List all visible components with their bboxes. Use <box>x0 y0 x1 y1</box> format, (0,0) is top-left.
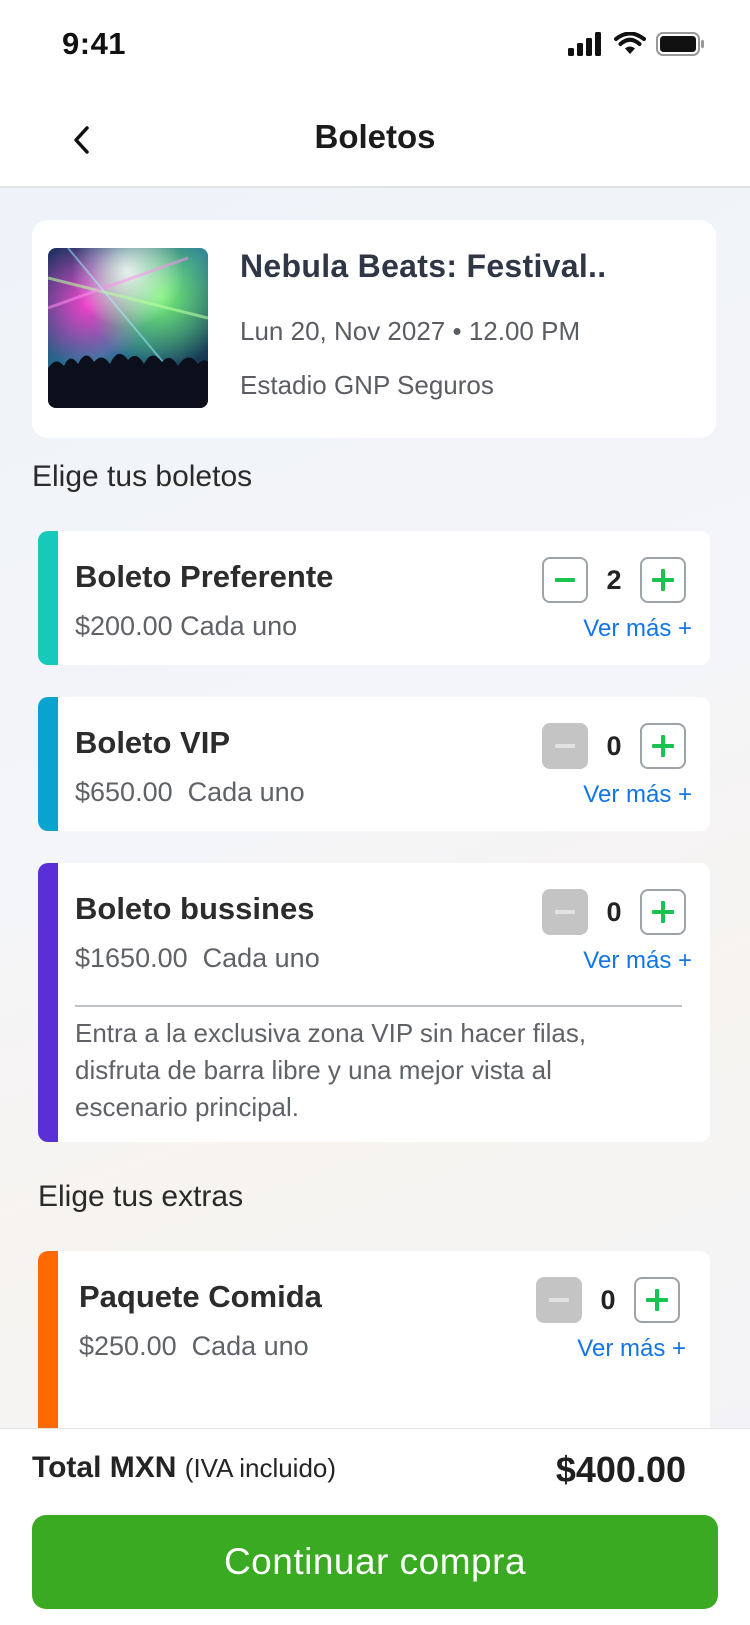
total-amount: $400.00 <box>555 1449 686 1490</box>
total-iva-note: (IVA incluido) <box>184 1453 337 1483</box>
tickets-section-title: Elige tus boletos <box>32 460 253 493</box>
total-label: Total MXN (IVA incluido) <box>32 1451 336 1485</box>
quantity-stepper: 2 <box>542 557 686 603</box>
ver-mas-link[interactable]: Ver más + <box>577 1335 686 1363</box>
minus-icon <box>549 1298 569 1302</box>
quantity-value: 0 <box>606 896 622 927</box>
extra-name: Paquete Comida <box>79 1279 322 1314</box>
event-venue: Estadio GNP Seguros <box>240 370 494 400</box>
ticket-accent-bar <box>38 531 58 665</box>
decrease-button[interactable] <box>542 889 588 935</box>
quantity-value: 2 <box>606 564 622 595</box>
page-title: Boletos <box>314 118 436 155</box>
extra-price: $250.00 Cada uno <box>79 1331 309 1361</box>
quantity-stepper: 0 <box>542 723 686 769</box>
divider <box>75 1005 682 1007</box>
event-date: Lun 20, Nov 2027 • 12.00 PM <box>240 316 581 346</box>
wifi-icon <box>614 32 646 54</box>
event-card: Nebula Beats: Festival.. Lun 20, Nov 202… <box>32 220 716 438</box>
quantity-value: 0 <box>606 730 622 761</box>
plus-icon <box>646 1289 668 1311</box>
minus-icon <box>555 744 575 748</box>
increase-button[interactable] <box>640 723 686 769</box>
ticket-price: $650.00 Cada uno <box>75 777 305 807</box>
ticket-name: Boleto VIP <box>75 725 231 760</box>
ticket-price: $1650.00 Cada uno <box>75 943 320 973</box>
ticket-accent-bar <box>38 863 58 1142</box>
quantity-stepper: 0 <box>542 889 686 935</box>
quantity-value: 0 <box>600 1284 616 1315</box>
minus-icon <box>555 910 575 914</box>
continue-purchase-button[interactable]: Continuar compra <box>32 1515 718 1609</box>
decrease-button[interactable] <box>542 557 588 603</box>
decrease-button[interactable] <box>542 723 588 769</box>
total-label-text: Total MXN <box>32 1451 177 1484</box>
event-image <box>48 248 208 408</box>
event-title: Nebula Beats: Festival.. <box>240 248 607 284</box>
ver-mas-link[interactable]: Ver más + <box>583 947 692 975</box>
ticket-card-vip: Boleto VIP $650.00 Cada uno 0 Ver más + <box>38 697 710 831</box>
ticket-name: Boleto Preferente <box>75 559 334 594</box>
plus-icon <box>652 901 674 923</box>
ver-mas-link[interactable]: Ver más + <box>583 781 692 809</box>
signal-icon <box>568 32 601 56</box>
ticket-accent-bar <box>38 697 58 831</box>
status-icons <box>568 32 706 56</box>
status-bar: 9:41 <box>0 0 750 92</box>
minus-icon <box>555 578 575 582</box>
increase-button[interactable] <box>640 889 686 935</box>
ticket-card-preferente: Boleto Preferente $200.00 Cada uno 2 Ver… <box>38 531 710 665</box>
ver-mas-link[interactable]: Ver más + <box>583 615 692 643</box>
ticket-description: Entra a la exclusiva zona VIP sin hacer … <box>75 1018 587 1122</box>
quantity-stepper: 0 <box>536 1277 680 1323</box>
plus-icon <box>652 735 674 757</box>
ticket-card-bussines: Boleto bussines $1650.00 Cada uno 0 Ver … <box>38 863 710 1142</box>
checkout-footer: Total MXN (IVA incluido) $400.00 Continu… <box>0 1428 750 1625</box>
plus-icon <box>652 569 674 591</box>
extra-accent-bar <box>38 1251 58 1428</box>
ticket-name: Boleto bussines <box>75 891 315 926</box>
nav-bar: Boletos <box>0 92 750 188</box>
extra-card-comida: Paquete Comida $250.00 Cada uno 0 Ver má… <box>38 1251 710 1428</box>
increase-button[interactable] <box>640 557 686 603</box>
extras-section-title: Elige tus extras <box>38 1180 244 1213</box>
battery-icon <box>656 32 704 56</box>
decrease-button[interactable] <box>536 1277 582 1323</box>
ticket-price: $200.00 Cada uno <box>75 611 298 641</box>
scroll-content[interactable]: Nebula Beats: Festival.. Lun 20, Nov 202… <box>0 188 750 1428</box>
status-time: 9:41 <box>62 26 127 61</box>
increase-button[interactable] <box>634 1277 680 1323</box>
